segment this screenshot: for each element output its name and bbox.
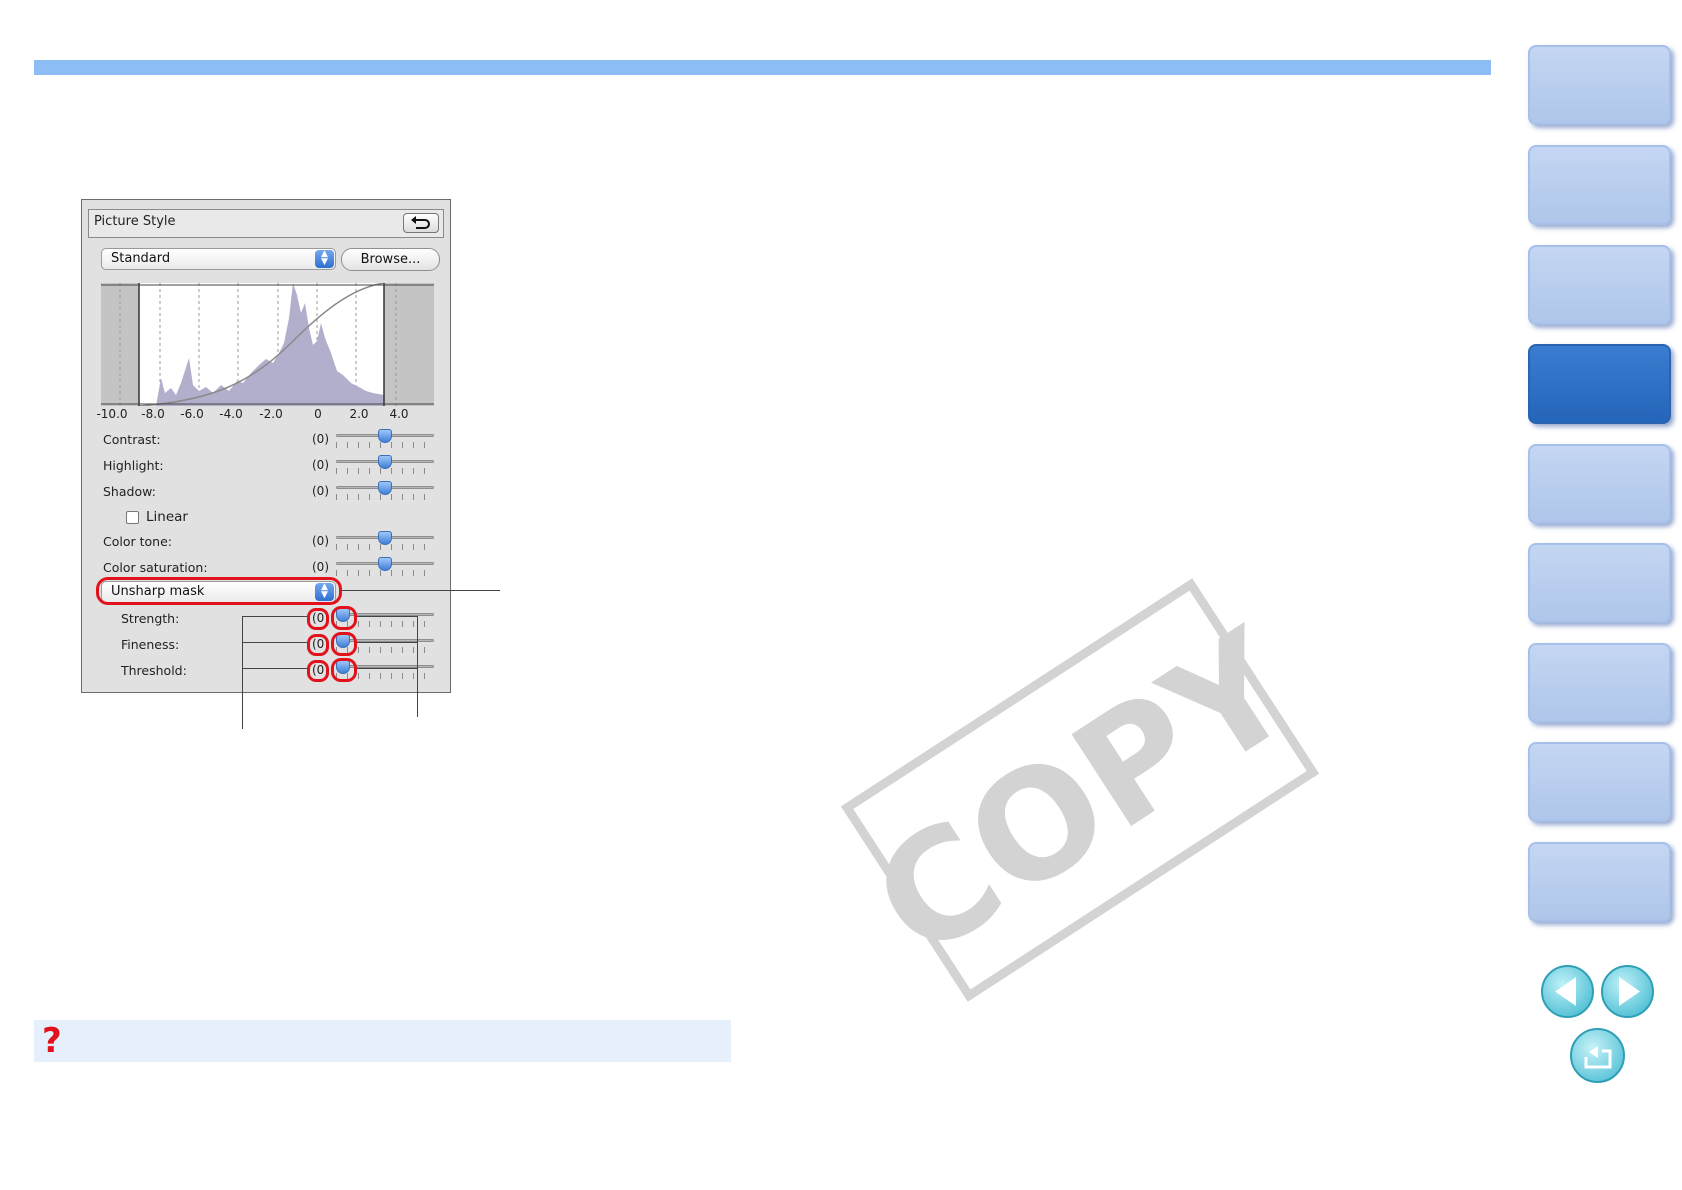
- shadow-slider[interactable]: [336, 481, 434, 500]
- slider-thumb[interactable]: [378, 531, 392, 545]
- side-tab-6[interactable]: [1528, 543, 1671, 623]
- side-tab-3[interactable]: [1528, 245, 1671, 325]
- callout-line: [342, 590, 500, 591]
- watermark-text: COPY: [845, 597, 1324, 993]
- callout-line: [242, 668, 307, 669]
- slider-thumb[interactable]: [378, 481, 392, 495]
- side-tab-4-active[interactable]: [1528, 344, 1671, 424]
- callout-line: [242, 616, 243, 729]
- return-button[interactable]: [1570, 1028, 1625, 1083]
- return-icon: [1584, 1046, 1612, 1069]
- panel-title: Picture Style: [94, 214, 176, 229]
- highlight-label: Highlight:: [103, 458, 164, 473]
- slider-thumb[interactable]: [378, 429, 392, 443]
- callout-line: [417, 616, 418, 717]
- axis-tick-label: -2.0: [259, 407, 283, 421]
- callout-line: [242, 616, 307, 617]
- color-saturation-value: (0): [312, 560, 329, 574]
- fineness-label: Fineness:: [121, 637, 180, 652]
- picture-style-panel: Picture Style Standard ▲ ▼ Browse... -10.…: [81, 199, 451, 693]
- strength-value-highlight: [307, 608, 329, 630]
- slider-thumb[interactable]: [378, 557, 392, 571]
- strength-label: Strength:: [121, 611, 180, 626]
- next-page-icon: [1619, 977, 1640, 1006]
- axis-tick-label: 0: [314, 407, 322, 421]
- slider-thumb[interactable]: [378, 455, 392, 469]
- sharpness-select-highlight: [96, 577, 342, 605]
- callout-line: [357, 616, 418, 617]
- color-tone-slider[interactable]: [336, 531, 434, 550]
- contrast-label: Contrast:: [103, 432, 161, 447]
- callout-line: [357, 668, 418, 669]
- threshold-thumb-highlight: [331, 658, 357, 682]
- previous-page-button[interactable]: [1541, 965, 1594, 1018]
- axis-tick-label: -6.0: [180, 407, 204, 421]
- linear-label: Linear: [146, 509, 188, 525]
- color-saturation-slider[interactable]: [336, 557, 434, 576]
- axis-tick-label: -10.0: [96, 407, 128, 421]
- side-tab-1[interactable]: [1528, 45, 1671, 125]
- contrast-value: (0): [312, 432, 329, 446]
- panel-header: Picture Style: [88, 209, 444, 238]
- undo-arrow-icon: [411, 216, 430, 229]
- color-tone-label: Color tone:: [103, 534, 172, 549]
- question-mark-icon: ?: [42, 1021, 62, 1061]
- shadow-label: Shadow:: [103, 484, 156, 499]
- strength-thumb-highlight: [331, 606, 357, 630]
- axis-tick-label: 4.0: [389, 407, 409, 421]
- previous-page-icon: [1555, 977, 1576, 1006]
- picture-style-value: Standard: [111, 251, 171, 266]
- select-arrows-icon: ▲ ▼: [315, 250, 334, 268]
- header-rule: [34, 60, 1491, 75]
- hint-bar: ?: [34, 1020, 731, 1062]
- side-tab-9[interactable]: [1528, 842, 1671, 922]
- tone-curve-histogram[interactable]: [101, 283, 434, 406]
- threshold-label: Threshold:: [121, 663, 187, 678]
- color-tone-value: (0): [312, 534, 329, 548]
- fineness-value-highlight: [307, 634, 329, 656]
- axis-tick-label: 2.0: [349, 407, 369, 421]
- highlight-value: (0): [312, 458, 329, 472]
- shadow-value: (0): [312, 484, 329, 498]
- axis-tick-label: -8.0: [141, 407, 165, 421]
- next-page-button[interactable]: [1601, 965, 1654, 1018]
- picture-style-select[interactable]: Standard ▲ ▼: [101, 248, 336, 270]
- linear-checkbox[interactable]: [126, 511, 139, 524]
- side-tab-8[interactable]: [1528, 742, 1671, 822]
- reset-button[interactable]: [403, 213, 439, 233]
- callout-line: [357, 642, 418, 643]
- color-saturation-label: Color saturation:: [103, 560, 208, 575]
- contrast-slider[interactable]: [336, 429, 434, 448]
- fineness-thumb-highlight: [331, 632, 357, 656]
- highlight-slider[interactable]: [336, 455, 434, 474]
- side-tab-5[interactable]: [1528, 444, 1671, 524]
- browse-button[interactable]: Browse...: [341, 248, 440, 271]
- callout-line: [242, 642, 307, 643]
- side-tab-2[interactable]: [1528, 145, 1671, 225]
- threshold-value-highlight: [307, 660, 329, 682]
- side-tab-7[interactable]: [1528, 643, 1671, 723]
- axis-tick-label: -4.0: [219, 407, 243, 421]
